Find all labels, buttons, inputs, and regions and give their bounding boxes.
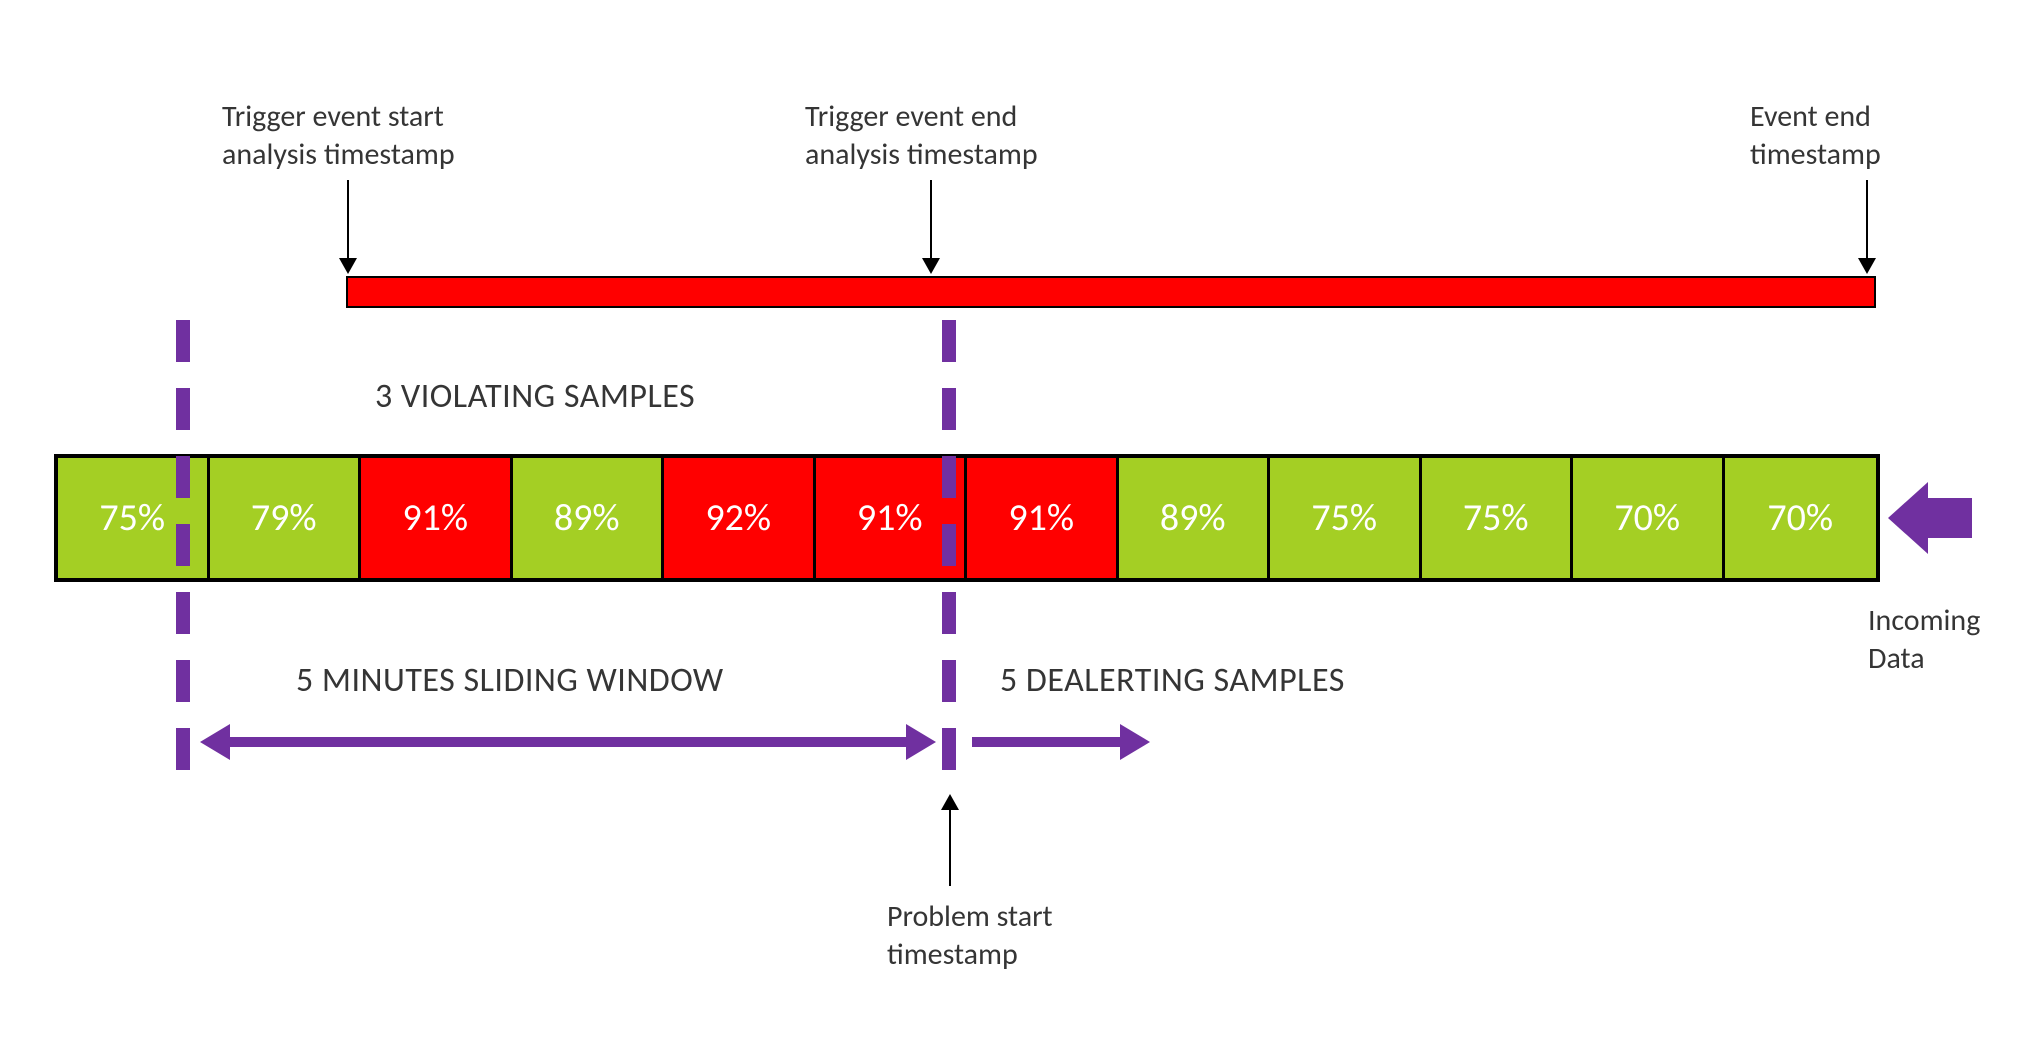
- window-end-marker: [942, 320, 956, 780]
- arrow-problem-start: [949, 800, 951, 886]
- window-start-marker: [176, 320, 190, 780]
- incoming-arrow-body: [1928, 498, 1972, 538]
- dealerting-arrowhead: [1120, 724, 1150, 760]
- sample-cell: 70%: [1573, 458, 1725, 578]
- arrowhead-event-end: [1858, 258, 1876, 274]
- label-trigger-start: Trigger event start analysis timestamp: [222, 98, 455, 173]
- label-trigger-end: Trigger event end analysis timestamp: [805, 98, 1038, 173]
- window-arrowhead-left: [200, 724, 230, 760]
- label-problem-start: Problem start timestamp: [887, 898, 1053, 973]
- sample-cell: 91%: [967, 458, 1119, 578]
- label-sliding-window: 5 MINUTES SLIDING WINDOW: [296, 660, 724, 701]
- sample-cell: 89%: [1119, 458, 1271, 578]
- sample-cell: 91%: [361, 458, 513, 578]
- sample-cell: 92%: [664, 458, 816, 578]
- sample-cell: 70%: [1725, 458, 1877, 578]
- sample-row: 75%79%91%89%92%91%91%89%75%75%70%70%: [54, 454, 1880, 582]
- sample-cell: 89%: [513, 458, 665, 578]
- incoming-arrowhead: [1888, 482, 1928, 554]
- arrow-trigger-end: [930, 180, 932, 260]
- arrowhead-problem-start: [941, 794, 959, 810]
- label-violating: 3 VIOLATING SAMPLES: [375, 376, 695, 417]
- arrow-trigger-start: [347, 180, 349, 260]
- sample-cell: 75%: [1270, 458, 1422, 578]
- arrowhead-trigger-end: [922, 258, 940, 274]
- label-event-end: Event end timestamp: [1750, 98, 1881, 173]
- sample-cell: 79%: [210, 458, 362, 578]
- event-duration-bar: [346, 276, 1876, 308]
- label-dealerting: 5 DEALERTING SAMPLES: [1000, 660, 1345, 701]
- window-arrowhead-right: [906, 724, 936, 760]
- dealerting-arrow-shaft: [972, 737, 1122, 747]
- arrowhead-trigger-start: [339, 258, 357, 274]
- label-incoming: Incoming Data: [1868, 602, 1980, 677]
- sample-cell: 75%: [1422, 458, 1574, 578]
- arrow-event-end: [1866, 180, 1868, 260]
- diagram: Trigger event start analysis timestamp T…: [0, 0, 2026, 1051]
- window-arrow-shaft: [228, 737, 908, 747]
